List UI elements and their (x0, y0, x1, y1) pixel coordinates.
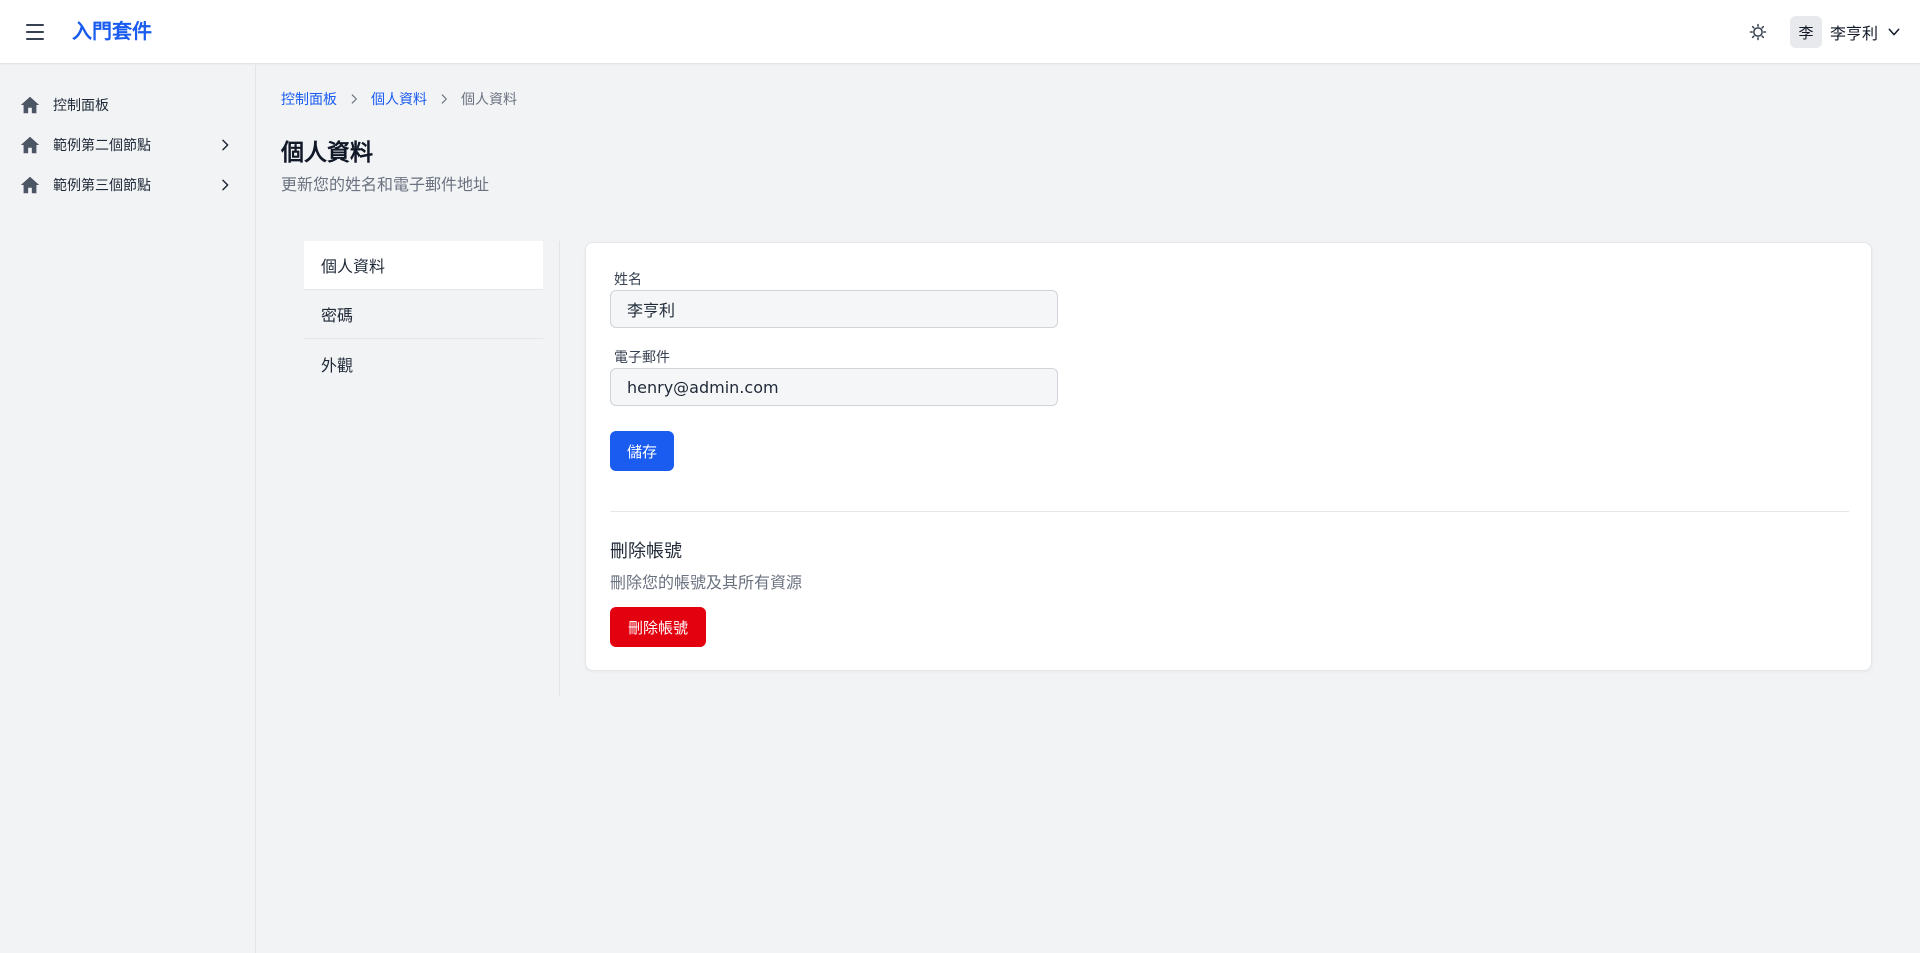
breadcrumb-profile-link[interactable]: 個人資料 (371, 89, 427, 109)
page-subtitle: 更新您的姓名和電子郵件地址 (281, 175, 490, 194)
settings-nav-divider (559, 241, 560, 696)
settings-nav-profile[interactable]: 個人資料 (304, 241, 543, 290)
hamburger-menu-icon[interactable] (22, 20, 48, 44)
save-button[interactable]: 儲存 (610, 431, 674, 471)
section-divider (610, 511, 1849, 512)
sidebar: 控制面板 範例第二個節點 範例第三個節點 (0, 65, 256, 953)
breadcrumb-current: 個人資料 (461, 92, 517, 108)
home-icon (18, 173, 42, 197)
settings-nav-appearance[interactable]: 外觀 (304, 339, 543, 388)
sidebar-item-label: 範例第二個節點 (53, 138, 151, 154)
delete-account-title: 刪除帳號 (610, 541, 682, 562)
sidebar-item-dashboard[interactable]: 控制面板 (0, 85, 255, 125)
email-input[interactable] (610, 368, 1058, 406)
chevron-right-icon (437, 92, 451, 106)
breadcrumb: 控制面板 個人資料 個人資料 (281, 90, 517, 108)
chevron-down-icon (1886, 24, 1902, 40)
delete-account-description: 刪除您的帳號及其所有資源 (610, 573, 803, 592)
settings-nav-password[interactable]: 密碼 (304, 290, 543, 339)
email-label: 電子郵件 (614, 350, 670, 366)
chevron-right-icon (222, 179, 229, 191)
home-icon (18, 133, 42, 157)
sidebar-item-label: 控制面板 (53, 98, 109, 114)
sidebar-item-example-2[interactable]: 範例第二個節點 (0, 125, 255, 165)
top-bar: 入門套件 李 李亨利 (0, 0, 1920, 64)
sun-icon[interactable] (1744, 18, 1772, 46)
profile-card: 姓名 電子郵件 儲存 刪除帳號 刪除您的帳號及其所有資源 刪除帳號 (585, 242, 1872, 671)
name-label: 姓名 (614, 272, 642, 288)
brand-title[interactable]: 入門套件 (72, 18, 152, 44)
avatar: 李 (1790, 16, 1822, 48)
sidebar-item-example-3[interactable]: 範例第三個節點 (0, 165, 255, 205)
name-input[interactable] (610, 290, 1058, 328)
sidebar-item-label: 範例第三個節點 (53, 178, 151, 194)
breadcrumb-dashboard-link[interactable]: 控制面板 (281, 89, 337, 109)
chevron-right-icon (222, 139, 229, 151)
chevron-right-icon (347, 92, 361, 106)
user-menu[interactable]: 李 李亨利 (1790, 15, 1902, 49)
delete-account-button[interactable]: 刪除帳號 (610, 607, 706, 647)
user-name: 李亨利 (1830, 24, 1879, 43)
page-title: 個人資料 (281, 140, 373, 166)
settings-nav: 個人資料 密碼 外觀 (304, 241, 543, 388)
home-icon (18, 93, 42, 117)
